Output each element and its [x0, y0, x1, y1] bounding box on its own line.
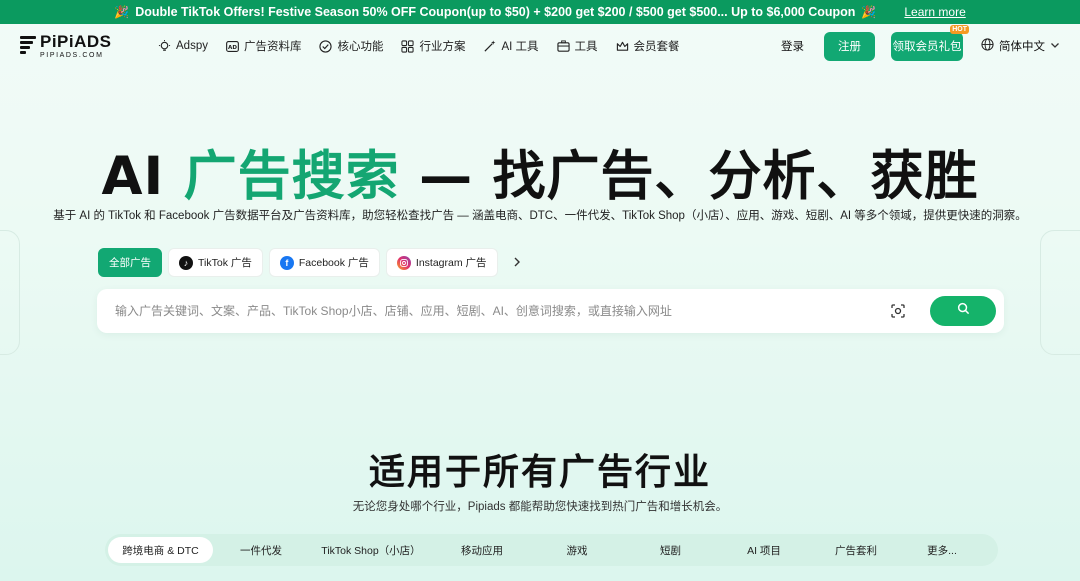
party-popper-icon: 🎉: [114, 5, 130, 19]
hero-title: AI 广告搜索 — 找广告、分析、获胜: [0, 134, 1080, 210]
check-circle-icon: [319, 39, 333, 53]
industry-tab[interactable]: 跨境电商 & DTC: [108, 537, 213, 563]
industry-tab[interactable]: 广告套利: [810, 537, 902, 563]
menu-item-ai-tools[interactable]: AI 工具: [483, 38, 539, 54]
logo[interactable]: PiPiADS PIPIADS.COM: [20, 33, 140, 59]
menu-label: 核心功能: [337, 41, 384, 53]
industry-tab[interactable]: 一件代发: [213, 537, 309, 563]
image-search-icon[interactable]: [890, 303, 906, 319]
menu-label: 广告资料库: [243, 41, 302, 53]
search-icon: [957, 302, 970, 320]
tab-all-ads[interactable]: 全部广告: [98, 248, 162, 277]
language-label: 简体中文: [999, 41, 1045, 53]
logo-domain: PIPIADS.COM: [40, 52, 104, 59]
learn-more-link[interactable]: Learn more: [904, 5, 965, 19]
left-decoration: [0, 230, 20, 355]
industry-tabs: 跨境电商 & DTC 一件代发 TikTok Shop（小店） 移动应用 游戏 …: [105, 534, 998, 566]
promo-banner: 🎉 Double TikTok Offers! Festive Season 5…: [0, 0, 1080, 24]
menu-label: AI 工具: [501, 41, 539, 53]
bulb-icon: [158, 39, 171, 53]
instagram-icon: [396, 255, 411, 270]
ad-icon: AD: [226, 40, 239, 53]
search-button[interactable]: [930, 296, 996, 326]
search-input[interactable]: [115, 304, 890, 318]
right-decoration: [1040, 230, 1080, 355]
logo-mark-icon: [20, 34, 36, 58]
menu-item-membership[interactable]: 会员套餐: [616, 38, 680, 54]
hot-badge: HOT: [950, 24, 969, 34]
chevron-right-icon[interactable]: [512, 255, 522, 271]
menu-label: Adspy: [176, 40, 208, 52]
menu-label: 行业方案: [419, 41, 466, 53]
top-nav: PiPiADS PIPIADS.COM Adspy AD 广告资料库 核心功能: [0, 24, 1080, 68]
party-popper-icon: 🎉: [861, 5, 877, 19]
logo-name: PiPiADS: [40, 32, 112, 51]
tab-facebook-ads[interactable]: f Facebook 广告: [268, 248, 380, 277]
tab-tiktok-ads[interactable]: ♪ TikTok 广告: [168, 248, 263, 277]
industries-title: 适用于所有广告行业: [368, 452, 711, 493]
menu-item-ad-library[interactable]: AD 广告资料库: [226, 38, 302, 54]
menu-item-adspy[interactable]: Adspy: [158, 39, 208, 53]
language-selector[interactable]: 简体中文: [981, 38, 1060, 54]
industry-tab[interactable]: 更多...: [902, 537, 982, 563]
industry-tab[interactable]: 移动应用: [433, 537, 531, 563]
tab-label: TikTok 广告: [198, 257, 252, 269]
hero-subtitle: 基于 AI 的 TikTok 和 Facebook 广告数据平台及广告资料库，助…: [53, 210, 1027, 222]
claim-gift-button[interactable]: 领取会员礼包 HOT: [891, 24, 969, 61]
industry-tab[interactable]: 短剧: [623, 537, 718, 563]
industry-tab[interactable]: AI 项目: [718, 537, 810, 563]
promo-text: Double TikTok Offers! Festive Season 50%…: [135, 5, 856, 19]
tiktok-icon: ♪: [179, 255, 193, 270]
main-menu: Adspy AD 广告资料库 核心功能 行业方案 AI 工具 工具 会员套餐: [158, 38, 680, 54]
svg-text:AD: AD: [228, 44, 237, 50]
industry-tab[interactable]: 游戏: [531, 537, 623, 563]
grid-icon: [401, 39, 415, 53]
login-link[interactable]: 登录: [781, 38, 804, 54]
tab-label: 全部广告: [109, 257, 151, 269]
chevron-down-icon: [1050, 40, 1060, 53]
menu-item-industry-solutions[interactable]: 行业方案: [401, 38, 465, 54]
hero-title-post: — 找广告、分析、获胜: [399, 146, 979, 207]
register-button[interactable]: 注册: [824, 31, 875, 61]
tab-label: Facebook 广告: [298, 257, 369, 269]
hero-title-pre: AI: [101, 146, 184, 207]
hero-title-highlight: 广告搜索: [183, 146, 400, 207]
crown-icon: [616, 40, 629, 53]
tab-instagram-ads[interactable]: Instagram 广告: [385, 248, 498, 277]
industry-tab[interactable]: TikTok Shop（小店）: [309, 537, 433, 563]
search-bar: [97, 289, 1004, 333]
toolbox-icon: [556, 39, 570, 53]
industries-subtitle: 无论您身处哪个行业，Pipiads 都能帮助您快速找到热门广告和增长机会。: [352, 501, 728, 513]
claim-gift-label: 领取会员礼包: [892, 41, 962, 53]
menu-item-tools[interactable]: 工具: [556, 38, 598, 54]
facebook-icon: f: [279, 255, 294, 270]
menu-label: 工具: [574, 41, 598, 53]
menu-label: 会员套餐: [633, 41, 680, 53]
platform-tabs: 全部广告 ♪ TikTok 广告 f Facebook 广告 Instagram…: [98, 248, 522, 277]
tab-label: Instagram 广告: [415, 257, 487, 269]
menu-item-core-features[interactable]: 核心功能: [319, 38, 383, 54]
globe-icon: [981, 38, 994, 54]
magic-wand-icon: [483, 39, 496, 53]
